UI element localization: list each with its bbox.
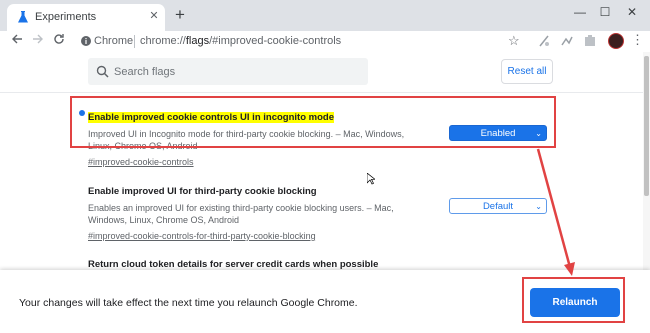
chevron-down-icon: ⌄ bbox=[535, 202, 542, 211]
flag-anchor-link[interactable]: #improved-cookie-controls-for-third-part… bbox=[88, 231, 316, 241]
extension-slash-icon[interactable] bbox=[537, 34, 551, 48]
flask-icon bbox=[18, 11, 28, 23]
flag-title: Enable improved UI for third-party cooki… bbox=[88, 186, 317, 197]
site-info-icon[interactable] bbox=[80, 35, 92, 47]
url-rest: /#improved-cookie-controls bbox=[209, 35, 342, 47]
mouse-cursor-icon bbox=[367, 173, 375, 185]
maximize-button[interactable]: ☐ bbox=[595, 4, 615, 20]
new-tab-button[interactable]: + bbox=[171, 6, 189, 24]
close-tab-icon[interactable]: ✕ bbox=[147, 9, 161, 23]
url-host: flags bbox=[185, 35, 210, 47]
reload-icon bbox=[54, 34, 64, 44]
search-icon bbox=[96, 65, 109, 78]
relaunch-message: Your changes will take effect the next t… bbox=[19, 297, 358, 309]
extension-puzzle-icon[interactable] bbox=[583, 34, 597, 48]
tab-experiments[interactable]: Experiments ✕ bbox=[7, 4, 165, 31]
extension-gesture-icon[interactable] bbox=[560, 34, 574, 48]
flag-title: Return cloud token details for server cr… bbox=[88, 259, 379, 270]
minimize-button[interactable]: — bbox=[570, 4, 590, 20]
reload-button[interactable] bbox=[51, 33, 67, 49]
flag-description: Enables an improved UI for existing thir… bbox=[88, 203, 394, 225]
forward-arrow-icon bbox=[33, 34, 43, 44]
omnibox-separator bbox=[134, 35, 135, 48]
omnibox[interactable]: Chrome chrome://flags/#improved-cookie-c… bbox=[72, 32, 524, 51]
select-value: Default bbox=[482, 201, 514, 212]
tab-strip: Experiments ✕ + — ☐ ✕ bbox=[0, 0, 650, 31]
reset-all-button[interactable]: Reset all bbox=[501, 59, 553, 84]
url-prefix: chrome:// bbox=[140, 35, 186, 47]
tab-title: Experiments bbox=[35, 11, 97, 23]
back-arrow-icon bbox=[12, 34, 22, 44]
close-window-button[interactable]: ✕ bbox=[622, 4, 642, 20]
search-box[interactable] bbox=[88, 58, 368, 85]
scrollbar-thumb[interactable] bbox=[644, 56, 649, 196]
url-text: chrome://flags/#improved-cookie-controls bbox=[140, 35, 341, 47]
annotation-highlight-box bbox=[522, 277, 625, 323]
more-menu-icon[interactable]: ⋮ bbox=[631, 32, 644, 48]
bookmark-star-icon[interactable]: ☆ bbox=[508, 33, 520, 49]
omnibox-chip: Chrome bbox=[94, 35, 134, 47]
back-button[interactable] bbox=[9, 33, 25, 49]
forward-button[interactable] bbox=[30, 33, 46, 49]
profile-avatar[interactable] bbox=[608, 33, 624, 49]
search-input[interactable] bbox=[112, 63, 356, 81]
flag-anchor-link[interactable]: #improved-cookie-controls bbox=[88, 157, 194, 167]
flag-state-select[interactable]: Default ⌄ bbox=[449, 198, 547, 214]
annotation-highlight-box bbox=[70, 96, 556, 148]
toolbar: Chrome chrome://flags/#improved-cookie-c… bbox=[0, 31, 650, 53]
flags-header: Reset all bbox=[0, 52, 650, 93]
